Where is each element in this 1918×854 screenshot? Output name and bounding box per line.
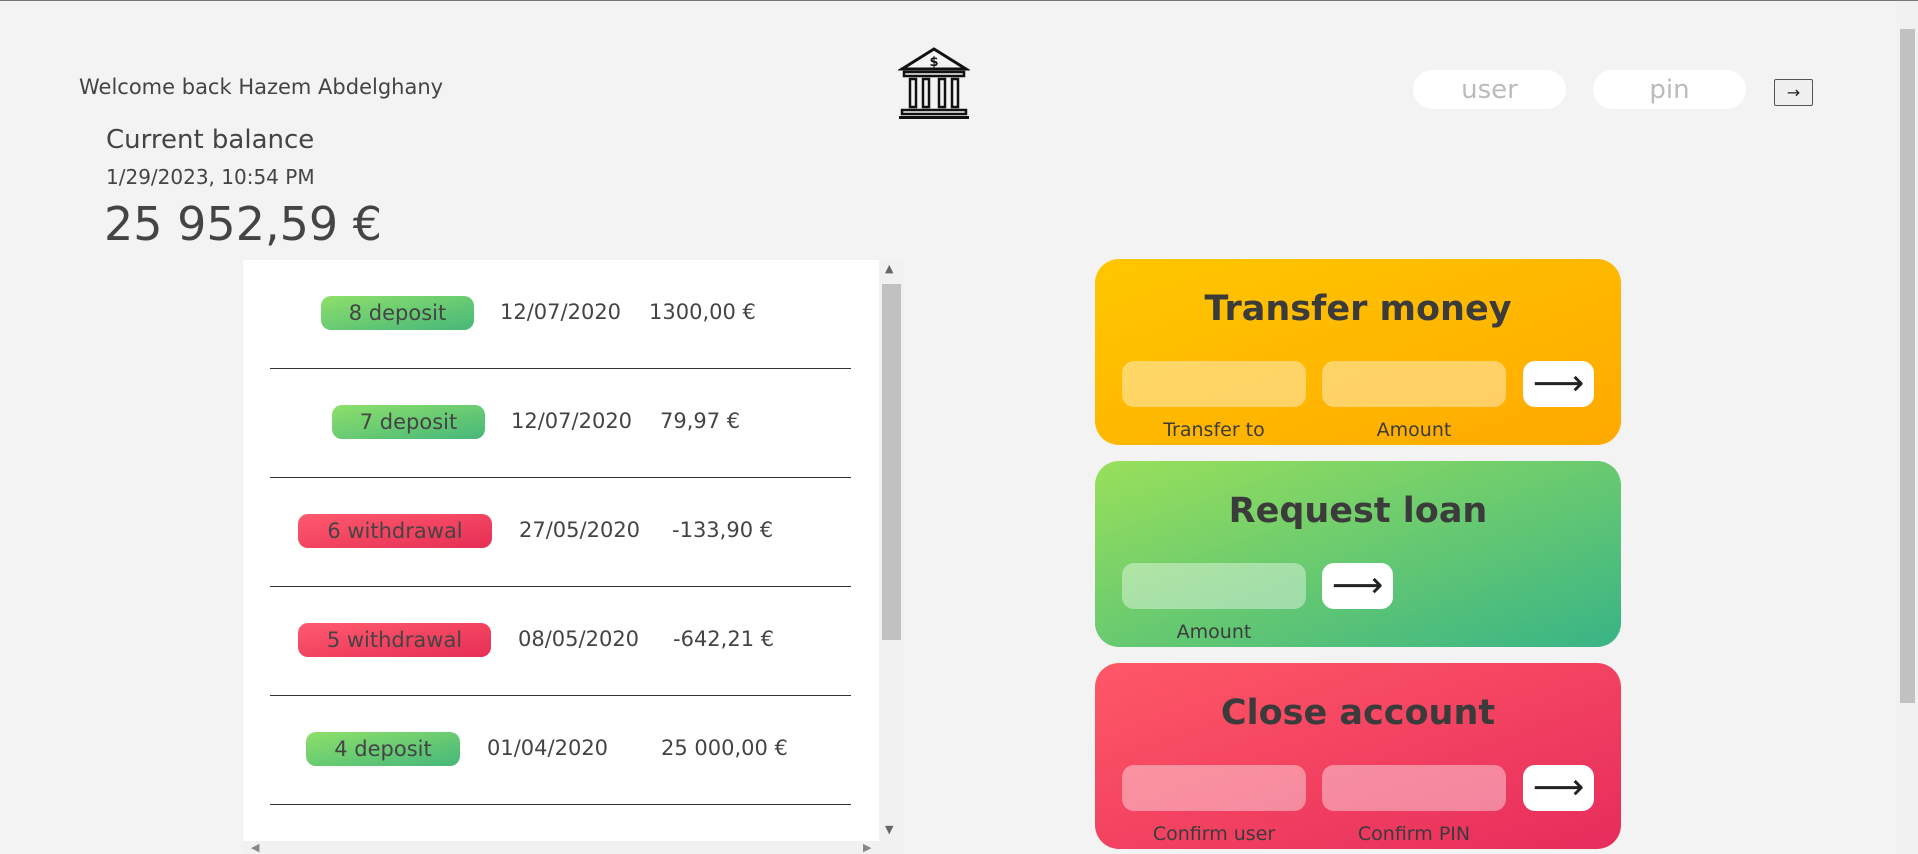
movement-date: 12/07/2020 xyxy=(500,300,622,324)
movement-amount: -133,90 € xyxy=(672,518,774,542)
movement-amount: 79,97 € xyxy=(660,409,741,433)
request-loan-card: Request loan ⟶ Amount xyxy=(1095,461,1621,647)
movements-horizontal-scrollbar[interactable]: ◀ ▶ xyxy=(243,841,879,854)
movement-amount: 25 000,00 € xyxy=(661,736,788,760)
close-title: Close account xyxy=(1220,693,1496,733)
close-user-input[interactable] xyxy=(1122,765,1306,811)
movements-list[interactable]: 8 deposit 12/07/2020 1300,00 € 7 deposit… xyxy=(243,260,903,854)
close-pin-label: Confirm PIN xyxy=(1357,823,1471,845)
loan-amount-input[interactable] xyxy=(1122,563,1306,609)
scroll-up-arrow-icon[interactable]: ▲ xyxy=(885,262,893,275)
movement-date: 27/05/2020 xyxy=(519,518,641,542)
movement-amount: 1300,00 € xyxy=(649,300,756,324)
movement-type-badge: 7 deposit xyxy=(332,405,485,439)
loan-amount-label: Amount xyxy=(1176,621,1252,643)
transfer-to-input[interactable] xyxy=(1122,361,1306,407)
bank-icon: $ xyxy=(898,47,970,119)
scroll-down-arrow-icon[interactable]: ▼ xyxy=(885,823,893,836)
movement-amount: -642,21 € xyxy=(673,627,775,651)
page-scrollbar-thumb[interactable] xyxy=(1900,29,1915,703)
transfer-title: Transfer money xyxy=(1204,289,1512,329)
login-user-input[interactable] xyxy=(1413,70,1566,109)
movement-row: 8 deposit 12/07/2020 1300,00 € xyxy=(270,260,851,369)
scroll-right-arrow-icon[interactable]: ▶ xyxy=(863,841,871,854)
movement-row: 7 deposit 12/07/2020 79,97 € xyxy=(270,369,851,478)
welcome-message: Welcome back Hazem Abdelghany xyxy=(79,75,444,99)
transfer-amount-label: Amount xyxy=(1376,419,1452,441)
login-button[interactable]: → xyxy=(1774,79,1813,106)
movement-type-badge: 5 withdrawal xyxy=(298,623,491,657)
movement-row: 4 deposit 01/04/2020 25 000,00 € xyxy=(270,696,851,805)
scroll-left-arrow-icon[interactable]: ◀ xyxy=(251,841,259,854)
movement-row: 5 withdrawal 08/05/2020 -642,21 € xyxy=(270,587,851,696)
balance-value: 25 952,59 € xyxy=(104,197,382,251)
transfer-amount-input[interactable] xyxy=(1322,361,1506,407)
loan-submit-button[interactable]: ⟶ xyxy=(1322,563,1393,609)
close-pin-input[interactable] xyxy=(1322,765,1506,811)
close-submit-button[interactable]: ⟶ xyxy=(1523,765,1594,811)
close-user-label: Confirm user xyxy=(1152,823,1276,845)
movement-date: 08/05/2020 xyxy=(518,627,640,651)
svg-text:$: $ xyxy=(929,55,938,70)
movement-type-badge: 6 withdrawal xyxy=(298,514,492,548)
login-pin-input[interactable] xyxy=(1593,70,1746,109)
transfer-money-card: Transfer money ⟶ Transfer to Amount xyxy=(1095,259,1621,445)
movement-date: 01/04/2020 xyxy=(487,736,609,760)
movement-date: 12/07/2020 xyxy=(511,409,633,433)
balance-date: 1/29/2023, 10:54 PM xyxy=(106,165,315,189)
movement-type-badge: 8 deposit xyxy=(321,296,474,330)
balance-label: Current balance xyxy=(106,125,315,155)
transfer-submit-button[interactable]: ⟶ xyxy=(1523,361,1594,407)
loan-title: Request loan xyxy=(1228,491,1488,531)
movements-scrollbar[interactable]: ▲ ▼ xyxy=(879,260,903,854)
transfer-to-label: Transfer to xyxy=(1163,419,1265,441)
scrollbar-thumb[interactable] xyxy=(882,284,901,640)
page-scrollbar[interactable] xyxy=(1897,1,1918,854)
movement-row: 6 withdrawal 27/05/2020 -133,90 € xyxy=(270,478,851,587)
movement-type-badge: 4 deposit xyxy=(306,732,460,766)
close-account-card: Close account ⟶ Confirm user Confirm PIN xyxy=(1095,663,1621,849)
